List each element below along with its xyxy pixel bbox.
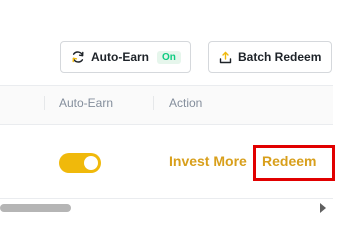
column-divider — [153, 96, 154, 110]
refresh-icon — [72, 51, 84, 63]
scroll-right-arrow-icon[interactable] — [320, 203, 326, 213]
auto-earn-button-label: Auto-Earn — [91, 50, 149, 64]
auto-earn-toggle[interactable] — [59, 153, 101, 173]
redeem-highlight-box — [253, 145, 335, 181]
batch-redeem-button-label: Batch Redeem — [238, 50, 322, 64]
batch-redeem-button[interactable]: Batch Redeem — [208, 41, 332, 73]
upload-icon — [219, 51, 232, 63]
table-header-row — [0, 85, 333, 125]
auto-earn-button[interactable]: Auto-Earn On — [60, 41, 191, 73]
scrollbar-thumb[interactable] — [0, 204, 71, 212]
auto-earn-status-badge: On — [157, 50, 181, 64]
row-divider — [0, 198, 333, 199]
column-header-action: Action — [169, 96, 203, 110]
column-header-auto-earn: Auto-Earn — [59, 96, 114, 110]
toggle-knob — [84, 156, 98, 170]
invest-more-link[interactable]: Invest More — [169, 153, 247, 169]
column-divider — [44, 96, 45, 110]
